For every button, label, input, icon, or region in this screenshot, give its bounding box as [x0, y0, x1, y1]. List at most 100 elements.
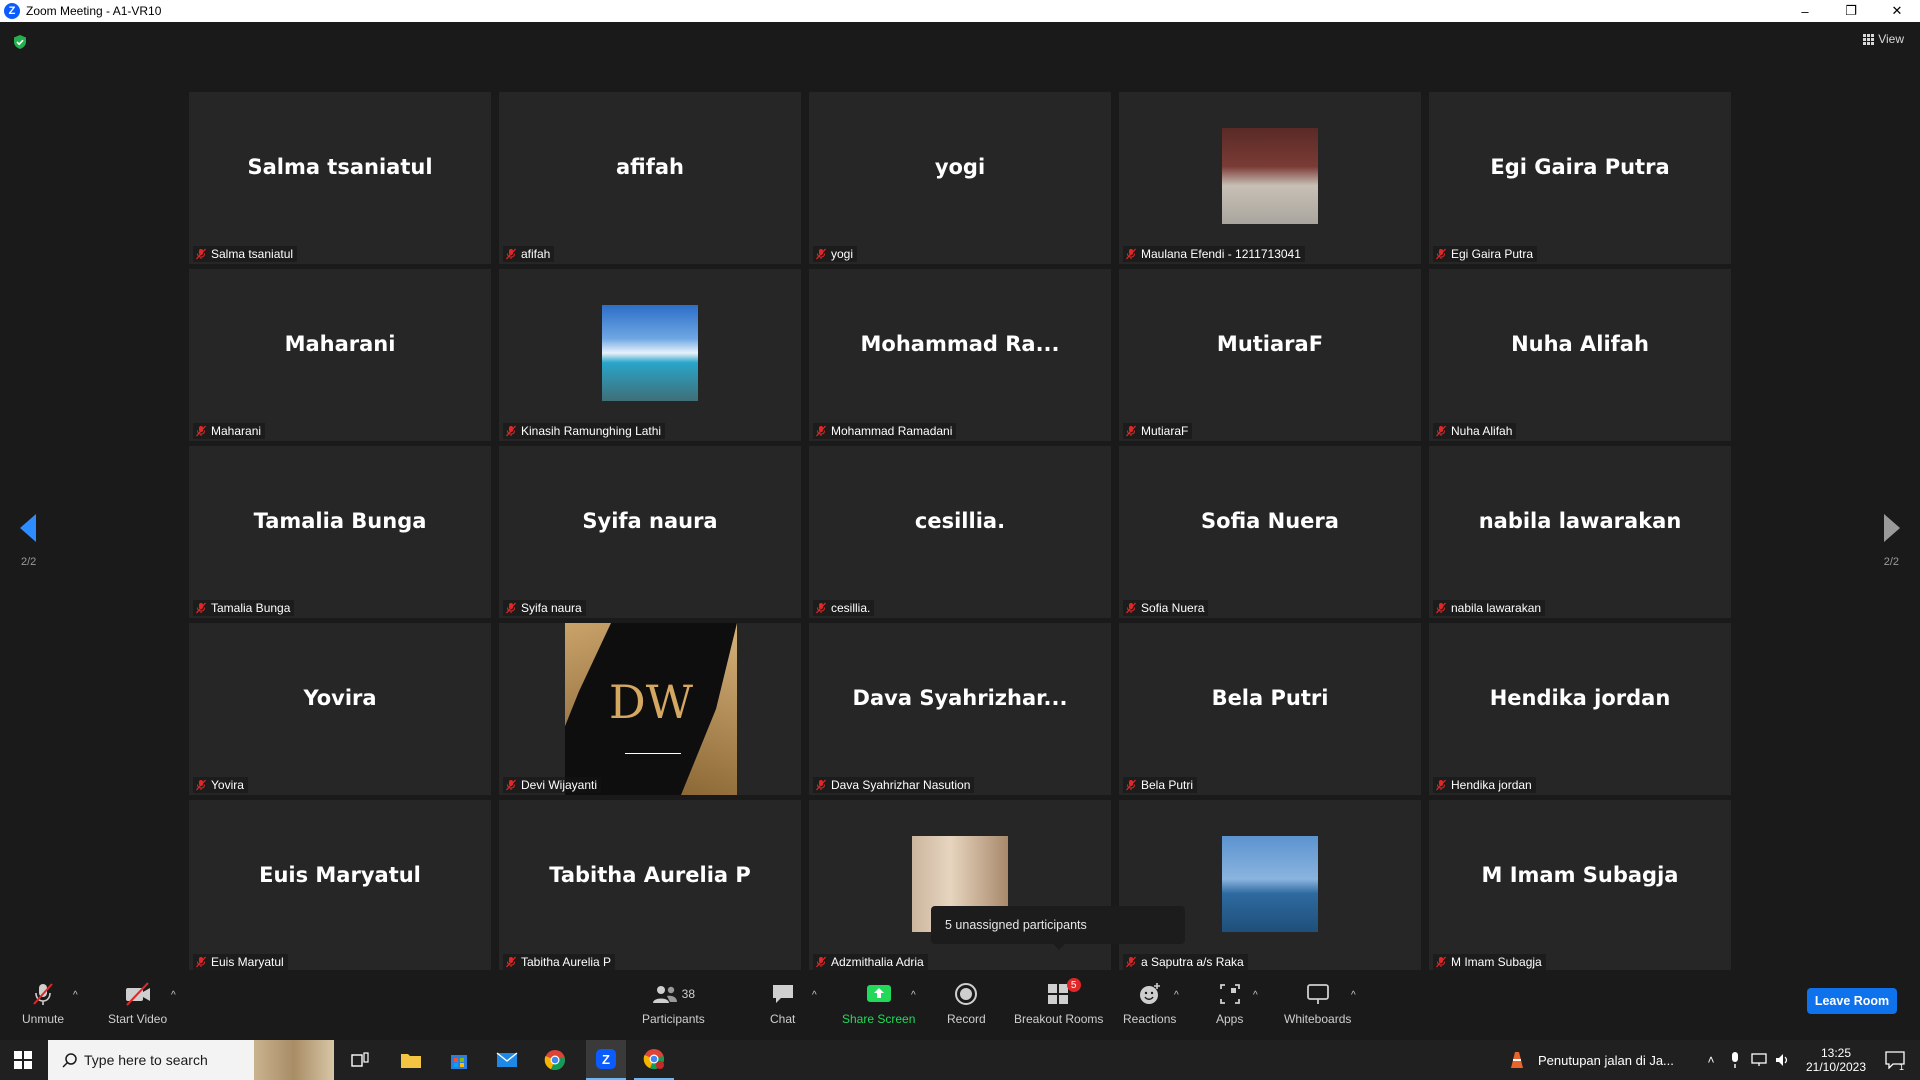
previous-page-arrow-icon[interactable]	[20, 514, 36, 542]
chrome-button[interactable]	[538, 1040, 572, 1080]
record-button[interactable]: Record	[947, 980, 986, 1026]
task-view-button[interactable]	[344, 1040, 376, 1080]
participant-name-tag: Bela Putri	[1123, 777, 1198, 793]
whiteboards-button[interactable]: Whiteboards	[1284, 980, 1351, 1026]
participant-tile[interactable]: Tabitha Aurelia P Tabitha Aurelia P	[499, 800, 801, 972]
grid-view-icon	[1863, 33, 1875, 45]
participant-tile[interactable]: Salma tsaniatul Salma tsaniatul	[189, 92, 491, 264]
news-widget-icon[interactable]	[1506, 1040, 1528, 1080]
participant-tile[interactable]: Dava Syahrizhar... Dava Syahrizhar Nasuti…	[809, 623, 1111, 795]
show-hidden-icons-button[interactable]: ˄	[1702, 1040, 1720, 1080]
chat-options-caret-icon[interactable]: ^	[812, 990, 817, 1001]
muted-mic-icon	[1126, 248, 1136, 260]
notification-center-button[interactable]: 1	[1878, 1040, 1912, 1080]
muted-mic-icon	[816, 956, 826, 968]
participant-name-tag: Sofia Nuera	[1123, 600, 1209, 616]
participant-tile[interactable]: cesillia. cesillia.	[809, 446, 1111, 618]
muted-mic-icon	[1126, 425, 1136, 437]
participant-name-label: Devi Wijayanti	[521, 778, 598, 792]
taskbar-search-box[interactable]: Type here to search	[48, 1040, 334, 1080]
participant-name-tag: afifah	[503, 246, 555, 262]
muted-mic-icon	[816, 602, 826, 614]
security-shield-icon[interactable]	[12, 34, 28, 50]
participant-name-tag: Salma tsaniatul	[193, 246, 298, 262]
participant-tile[interactable]: Bela Putri Bela Putri	[1119, 623, 1421, 795]
minimize-button[interactable]: –	[1782, 0, 1828, 22]
share-screen-button[interactable]: Share Screen	[842, 980, 915, 1026]
participant-tile[interactable]: Adzmithalia Adria	[809, 800, 1111, 972]
participant-tile[interactable]: Maulana Efendi - 1211713041	[1119, 92, 1421, 264]
apps-icon	[1219, 984, 1240, 1004]
apps-options-caret-icon[interactable]: ^	[1253, 990, 1258, 1001]
participant-name-label: Nuha Alifah	[1451, 424, 1513, 438]
restore-button[interactable]: ❐	[1828, 0, 1874, 22]
participant-tile[interactable]: a Saputra a/s Raka	[1119, 800, 1421, 972]
leave-room-button[interactable]: Leave Room	[1807, 988, 1897, 1014]
participant-name-label: Adzmithalia Adria	[831, 955, 924, 969]
participant-tile[interactable]: Tamalia Bunga Tamalia Bunga	[189, 446, 491, 618]
participant-tile[interactable]: Sofia Nuera Sofia Nuera	[1119, 446, 1421, 618]
participant-tile[interactable]: Egi Gaira Putra Egi Gaira Putra	[1429, 92, 1731, 264]
whiteboards-options-caret-icon[interactable]: ^	[1351, 990, 1356, 1001]
volume-icon[interactable]	[1772, 1040, 1794, 1080]
tray-microphone-icon[interactable]	[1724, 1040, 1746, 1080]
participant-tile[interactable]: nabila lawarakan nabila lawarakan	[1429, 446, 1731, 618]
participant-tile[interactable]: Yovira Yovira	[189, 623, 491, 795]
unmute-button[interactable]: Unmute	[22, 980, 64, 1026]
share-screen-icon	[866, 985, 891, 1002]
zoom-app-icon: Z	[596, 1049, 616, 1069]
participants-button[interactable]: 38 Participants	[642, 980, 705, 1026]
participant-tile[interactable]: Hendika jordan Hendika jordan	[1429, 623, 1731, 795]
participant-tile[interactable]: afifah afifah	[499, 92, 801, 264]
start-video-label: Start Video	[108, 1012, 168, 1026]
share-options-caret-icon[interactable]: ^	[911, 990, 916, 1001]
participant-tile[interactable]: M Imam Subagja M Imam Subagja	[1429, 800, 1731, 972]
clock[interactable]: 13:25 21/10/2023	[1800, 1040, 1872, 1080]
participant-display-name: Tamalia Bunga	[253, 509, 427, 533]
reactions-options-caret-icon[interactable]: ^	[1174, 990, 1179, 1001]
audio-options-caret-icon[interactable]: ^	[73, 990, 78, 1001]
muted-mic-icon	[196, 602, 206, 614]
muted-mic-icon	[816, 779, 826, 791]
mail-envelope-icon	[496, 1052, 518, 1067]
start-video-button[interactable]: Start Video	[108, 980, 167, 1026]
apps-button[interactable]: Apps	[1216, 980, 1243, 1026]
start-button[interactable]	[0, 1040, 46, 1080]
participant-display-name: Tabitha Aurelia P	[549, 863, 751, 887]
chrome-profile-icon	[643, 1049, 664, 1070]
participant-tile[interactable]: Syifa naura Syifa naura	[499, 446, 801, 618]
participant-tile[interactable]: yogi yogi	[809, 92, 1111, 264]
chat-button[interactable]: Chat	[770, 980, 795, 1026]
participant-tile[interactable]: DW Devi Wijayanti	[499, 623, 801, 795]
participant-name-tag: Devi Wijayanti	[503, 777, 602, 793]
participants-icon	[652, 986, 677, 1003]
close-button[interactable]: ✕	[1874, 0, 1920, 22]
participant-name-tag: Kinasih Ramunghing Lathi	[503, 423, 666, 439]
file-explorer-button[interactable]	[394, 1040, 428, 1080]
mail-button[interactable]	[490, 1040, 524, 1080]
participant-tile[interactable]: MutiaraF MutiaraF	[1119, 269, 1421, 441]
next-page-arrow-icon[interactable]	[1884, 514, 1900, 542]
breakout-rooms-button[interactable]: 5 Breakout Rooms	[1014, 978, 1103, 1026]
chrome-profile-taskbar-button[interactable]	[634, 1040, 674, 1080]
participant-name-label: Yovira	[211, 778, 244, 792]
store-button[interactable]	[442, 1040, 476, 1080]
participant-display-name: MutiaraF	[1216, 332, 1324, 356]
view-button[interactable]: View	[1863, 32, 1904, 46]
participant-tile[interactable]: Maharani Maharani	[189, 269, 491, 441]
muted-mic-icon	[1436, 602, 1446, 614]
folder-icon	[401, 1054, 421, 1068]
video-options-caret-icon[interactable]: ^	[171, 990, 176, 1001]
participant-tile[interactable]: Mohammad Ra... Mohammad Ramadani	[809, 269, 1111, 441]
reactions-button[interactable]: Reactions	[1123, 980, 1176, 1026]
participant-tile[interactable]: Euis Maryatul Euis Maryatul	[189, 800, 491, 972]
news-widget[interactable]: Penutupan jalan di Ja...	[1538, 1040, 1688, 1080]
participant-display-name: cesillia.	[914, 509, 1006, 533]
participant-tile[interactable]: Kinasih Ramunghing Lathi	[499, 269, 801, 441]
windows-logo-icon	[14, 1051, 32, 1069]
network-icon[interactable]	[1748, 1040, 1770, 1080]
participant-name-tag: MutiaraF	[1123, 423, 1193, 439]
view-label: View	[1878, 32, 1904, 46]
participant-tile[interactable]: Nuha Alifah Nuha Alifah	[1429, 269, 1731, 441]
zoom-taskbar-button[interactable]: Z	[586, 1040, 626, 1080]
